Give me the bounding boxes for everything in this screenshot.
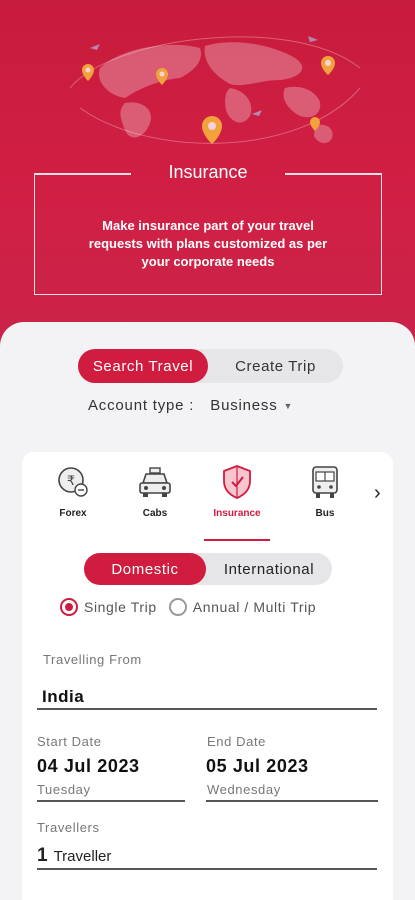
tab-insurance-label: Insurance <box>213 508 261 519</box>
travellers-unit: Traveller <box>53 848 112 865</box>
start-date-day: Tuesday <box>37 782 91 797</box>
international-tab[interactable]: International <box>206 553 332 585</box>
end-date-day: Wednesday <box>207 782 281 797</box>
start-date-value[interactable]: 04 Jul 2023 <box>37 756 140 777</box>
svg-text:₹: ₹ <box>67 474 75 489</box>
tab-cabs[interactable]: Cabs <box>118 462 192 519</box>
account-type-value[interactable]: Business <box>210 397 277 414</box>
domestic-tab[interactable]: Domestic <box>84 553 206 585</box>
travelling-from-label: Travelling From <box>43 652 142 667</box>
end-date-label: End Date <box>207 734 267 749</box>
tab-forex[interactable]: ₹ Forex <box>36 462 110 519</box>
create-trip-tab[interactable]: Create Trip <box>208 349 343 383</box>
account-type-selector[interactable]: Account type : Business ▼ <box>88 397 293 414</box>
mode-toggle: Search Travel Create Trip <box>78 349 343 383</box>
chevron-down-icon: ▼ <box>283 400 294 411</box>
trip-type-group: Single Trip Annual / Multi Trip <box>60 598 328 616</box>
travellers-label: Travellers <box>37 820 100 835</box>
radio-selected-icon <box>60 598 78 616</box>
tab-cabs-label: Cabs <box>142 508 168 519</box>
bus-icon <box>288 462 362 502</box>
radio-annual-multi-trip[interactable]: Annual / Multi Trip <box>168 598 317 616</box>
chevron-right-icon[interactable]: › <box>374 482 381 505</box>
promo-title: Insurance <box>168 162 248 182</box>
insurance-shield-icon <box>200 462 274 502</box>
travelling-from-value[interactable]: India <box>42 687 84 707</box>
tab-insurance[interactable]: Insurance <box>200 462 274 541</box>
travellers-value[interactable]: 1 Traveller <box>37 845 111 867</box>
world-map-illustration <box>69 36 361 144</box>
search-travel-tab[interactable]: Search Travel <box>78 349 208 383</box>
end-date-underline <box>206 800 378 802</box>
start-date-label: Start Date <box>37 734 102 749</box>
single-trip-label: Single Trip <box>84 599 157 615</box>
hero-banner: Insurance Make insurance part of your tr… <box>0 0 415 360</box>
travelling-from-underline <box>37 708 377 710</box>
end-date-value[interactable]: 05 Jul 2023 <box>206 756 309 777</box>
account-type-label: Account type : <box>88 397 195 414</box>
promo-box: Insurance Make insurance part of your tr… <box>34 162 382 295</box>
cab-icon <box>118 462 192 502</box>
service-tabs: ₹ Forex Cabs Insurance Bus <box>22 462 393 542</box>
tab-bus[interactable]: Bus <box>288 462 362 519</box>
tab-bus-label: Bus <box>315 508 335 519</box>
promo-text: Make insurance part of your travel reque… <box>88 218 328 269</box>
tab-forex-label: Forex <box>59 508 87 519</box>
radio-unselected-icon <box>168 598 187 616</box>
start-date-underline <box>37 800 185 802</box>
region-toggle: Domestic International <box>84 553 332 585</box>
annual-multi-trip-label: Annual / Multi Trip <box>192 599 317 615</box>
travellers-count: 1 <box>37 845 48 866</box>
travellers-underline <box>37 868 377 870</box>
forex-icon: ₹ <box>36 462 110 502</box>
radio-single-trip[interactable]: Single Trip <box>60 598 157 616</box>
active-tab-indicator <box>204 539 270 541</box>
